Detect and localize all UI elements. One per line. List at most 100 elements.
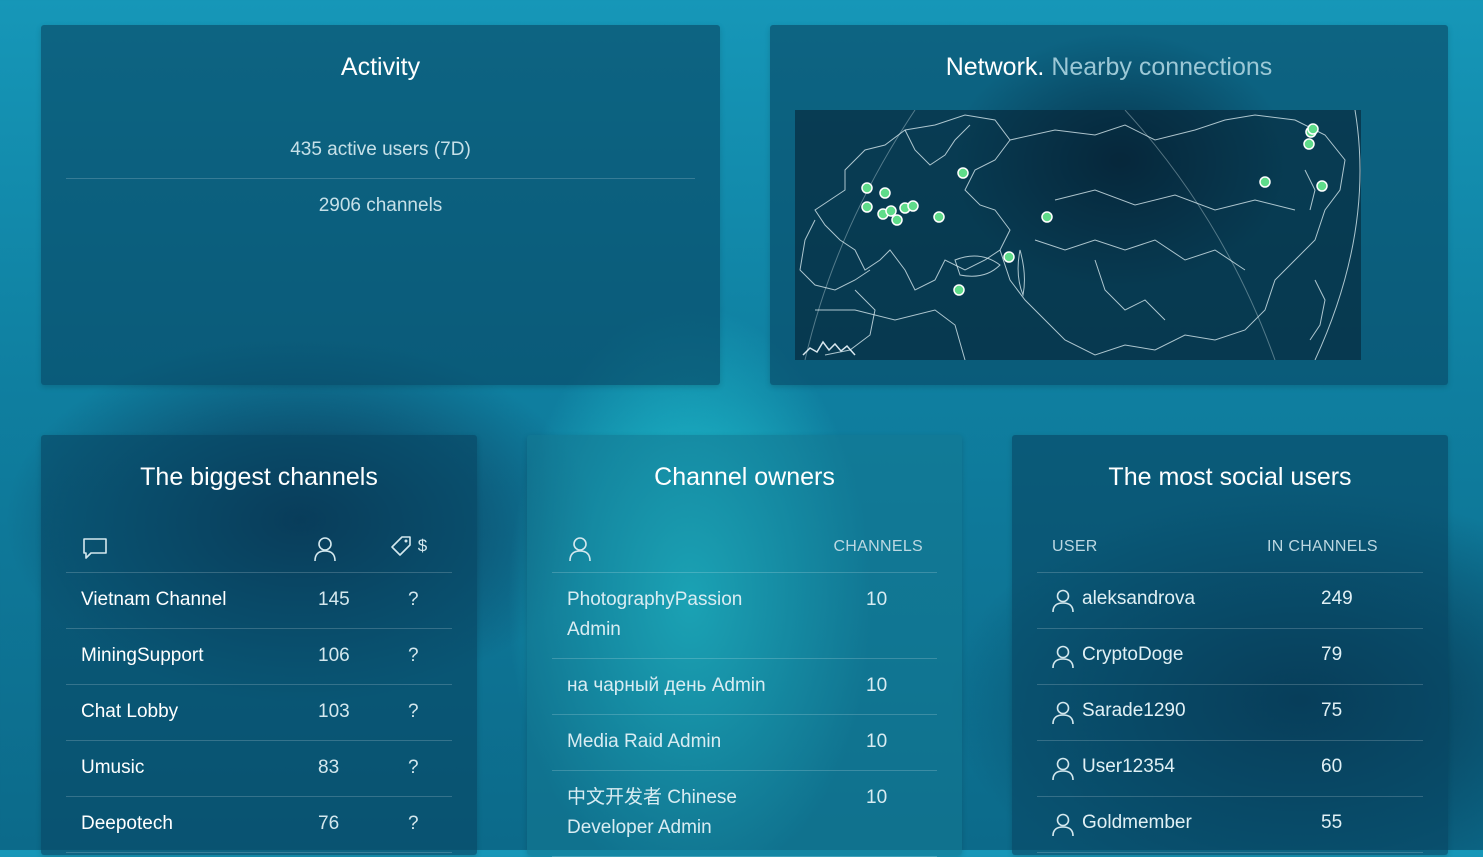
connection-marker[interactable] xyxy=(957,167,969,179)
channel-name[interactable]: Umusic xyxy=(81,757,144,779)
social-users-panel: The most social users USER IN CHANNELS a… xyxy=(1012,435,1448,855)
chat-icon[interactable] xyxy=(82,536,108,565)
table-row[interactable]: MiningSupport 106 ? xyxy=(66,629,452,685)
user-icon xyxy=(1052,589,1074,619)
connection-marker[interactable] xyxy=(1307,123,1319,135)
owner-name-line1: PhotographyPassion xyxy=(567,589,743,610)
map-markers xyxy=(861,123,1328,296)
owner-channel-count: 10 xyxy=(866,787,888,808)
user-name[interactable]: User12354 xyxy=(1082,756,1175,778)
network-title: Network. Nearby connections xyxy=(770,53,1448,82)
connection-marker[interactable] xyxy=(1041,211,1053,223)
table-row[interactable]: CryptoDoge 79 xyxy=(1037,629,1423,685)
channel-users: 103 xyxy=(318,701,350,722)
owner-name[interactable]: на чарный день Admin xyxy=(567,671,817,701)
dollar-sign: $ xyxy=(417,536,428,555)
biggest-channels-title: The biggest channels xyxy=(140,463,378,491)
owner-name-line1: 中文开发者 Chinese xyxy=(567,787,737,808)
user-icon xyxy=(1052,813,1074,843)
world-map[interactable] xyxy=(795,110,1361,360)
network-title-main: Network. xyxy=(945,53,1045,81)
user-channel-count: 55 xyxy=(1321,812,1343,833)
connection-marker[interactable] xyxy=(861,182,873,194)
owner-channel-count: 10 xyxy=(866,589,888,610)
channel-users: 106 xyxy=(318,645,350,666)
biggest-channels-rows: Vietnam Channel 145 ? MiningSupport 106 … xyxy=(66,573,452,853)
channel-price: ? xyxy=(408,589,419,610)
channel-price: ? xyxy=(408,645,419,666)
owner-name-line2: Developer Admin xyxy=(567,817,712,838)
user-name[interactable]: Sarade1290 xyxy=(1082,700,1186,722)
owner-name[interactable]: PhotographyPassion Admin xyxy=(567,585,817,645)
price-tag-icon[interactable]: $ xyxy=(389,534,428,558)
table-row[interactable]: Vietnam Channel 145 ? xyxy=(66,573,452,629)
social-users-title: The most social users xyxy=(1108,463,1352,491)
connection-marker[interactable] xyxy=(1259,176,1271,188)
table-row[interactable]: Sarade1290 75 xyxy=(1037,685,1423,741)
connection-marker[interactable] xyxy=(861,201,873,213)
channel-users: 83 xyxy=(318,757,340,778)
social-users-rows: aleksandrova 249 CryptoDoge 79 Sarade129… xyxy=(1037,573,1423,853)
user-name[interactable]: Goldmember xyxy=(1082,812,1192,834)
user-column-header[interactable]: USER xyxy=(1052,538,1098,556)
channel-owners-panel: Channel owners CHANNELS PhotographyPassi… xyxy=(527,435,962,857)
user-icon xyxy=(1052,645,1074,675)
user-icon xyxy=(1052,757,1074,787)
channels-column-header[interactable]: CHANNELS xyxy=(833,538,923,556)
table-row[interactable]: на чарный день Admin 10 xyxy=(552,659,937,715)
owner-name[interactable]: Media Raid Admin xyxy=(567,727,817,757)
connection-marker[interactable] xyxy=(891,214,903,226)
owner-name[interactable]: 中文开发者 Chinese Developer Admin xyxy=(567,783,817,843)
active-users-stat: 435 active users (7D) xyxy=(290,139,471,160)
channel-price: ? xyxy=(408,757,419,778)
connection-marker[interactable] xyxy=(879,187,891,199)
table-row[interactable]: PhotographyPassion Admin 10 xyxy=(552,573,937,659)
table-row[interactable]: Goldmember 55 xyxy=(1037,797,1423,853)
biggest-channels-panel: The biggest channels $ Vietnam Channel 1… xyxy=(41,435,477,855)
connection-marker[interactable] xyxy=(1003,251,1015,263)
channel-name[interactable]: MiningSupport xyxy=(81,645,204,667)
user-channel-count: 60 xyxy=(1321,756,1343,777)
channels-stat: 2906 channels xyxy=(318,195,443,216)
connection-marker[interactable] xyxy=(1316,180,1328,192)
table-row[interactable]: Chat Lobby 103 ? xyxy=(66,685,452,741)
user-icon[interactable] xyxy=(313,536,337,567)
channel-name[interactable]: Vietnam Channel xyxy=(81,589,226,611)
channel-name[interactable]: Deepotech xyxy=(81,813,173,835)
in-channels-column-header[interactable]: IN CHANNELS xyxy=(1267,538,1378,556)
owner-channel-count: 10 xyxy=(866,731,888,752)
network-panel: Network. Nearby connections xyxy=(770,25,1448,385)
channel-owners-rows: PhotographyPassion Admin 10 на чарный де… xyxy=(552,573,937,857)
user-icon[interactable] xyxy=(568,536,592,567)
activity-title: Activity xyxy=(340,53,421,81)
table-row[interactable]: aleksandrova 249 xyxy=(1037,573,1423,629)
connection-marker[interactable] xyxy=(953,284,965,296)
channel-price: ? xyxy=(408,701,419,722)
channel-owners-title: Channel owners xyxy=(654,463,835,491)
connection-marker[interactable] xyxy=(885,205,897,217)
table-header: $ xyxy=(66,528,452,573)
user-channel-count: 75 xyxy=(1321,700,1343,721)
user-name[interactable]: CryptoDoge xyxy=(1082,644,1183,666)
table-header: USER IN CHANNELS xyxy=(1037,528,1423,573)
table-row[interactable]: 中文开发者 Chinese Developer Admin 10 xyxy=(552,771,937,857)
table-row[interactable]: Deepotech 76 ? xyxy=(66,797,452,853)
channel-users: 145 xyxy=(318,589,350,610)
divider xyxy=(66,178,695,179)
channel-price: ? xyxy=(408,813,419,834)
activity-panel: Activity 435 active users (7D) 2906 chan… xyxy=(41,25,720,385)
map-svg xyxy=(799,110,1361,360)
user-name[interactable]: aleksandrova xyxy=(1082,588,1195,610)
user-channel-count: 79 xyxy=(1321,644,1343,665)
user-channel-count: 249 xyxy=(1321,588,1353,609)
owner-name-line2: Admin xyxy=(567,619,621,640)
table-row[interactable]: Umusic 83 ? xyxy=(66,741,452,797)
table-row[interactable]: Media Raid Admin 10 xyxy=(552,715,937,771)
owner-channel-count: 10 xyxy=(866,675,888,696)
connection-marker[interactable] xyxy=(933,211,945,223)
table-row[interactable]: User12354 60 xyxy=(1037,741,1423,797)
channel-name[interactable]: Chat Lobby xyxy=(81,701,178,723)
network-title-sub: Nearby connections xyxy=(1051,53,1273,81)
connection-marker[interactable] xyxy=(907,200,919,212)
connection-marker[interactable] xyxy=(1303,138,1315,150)
